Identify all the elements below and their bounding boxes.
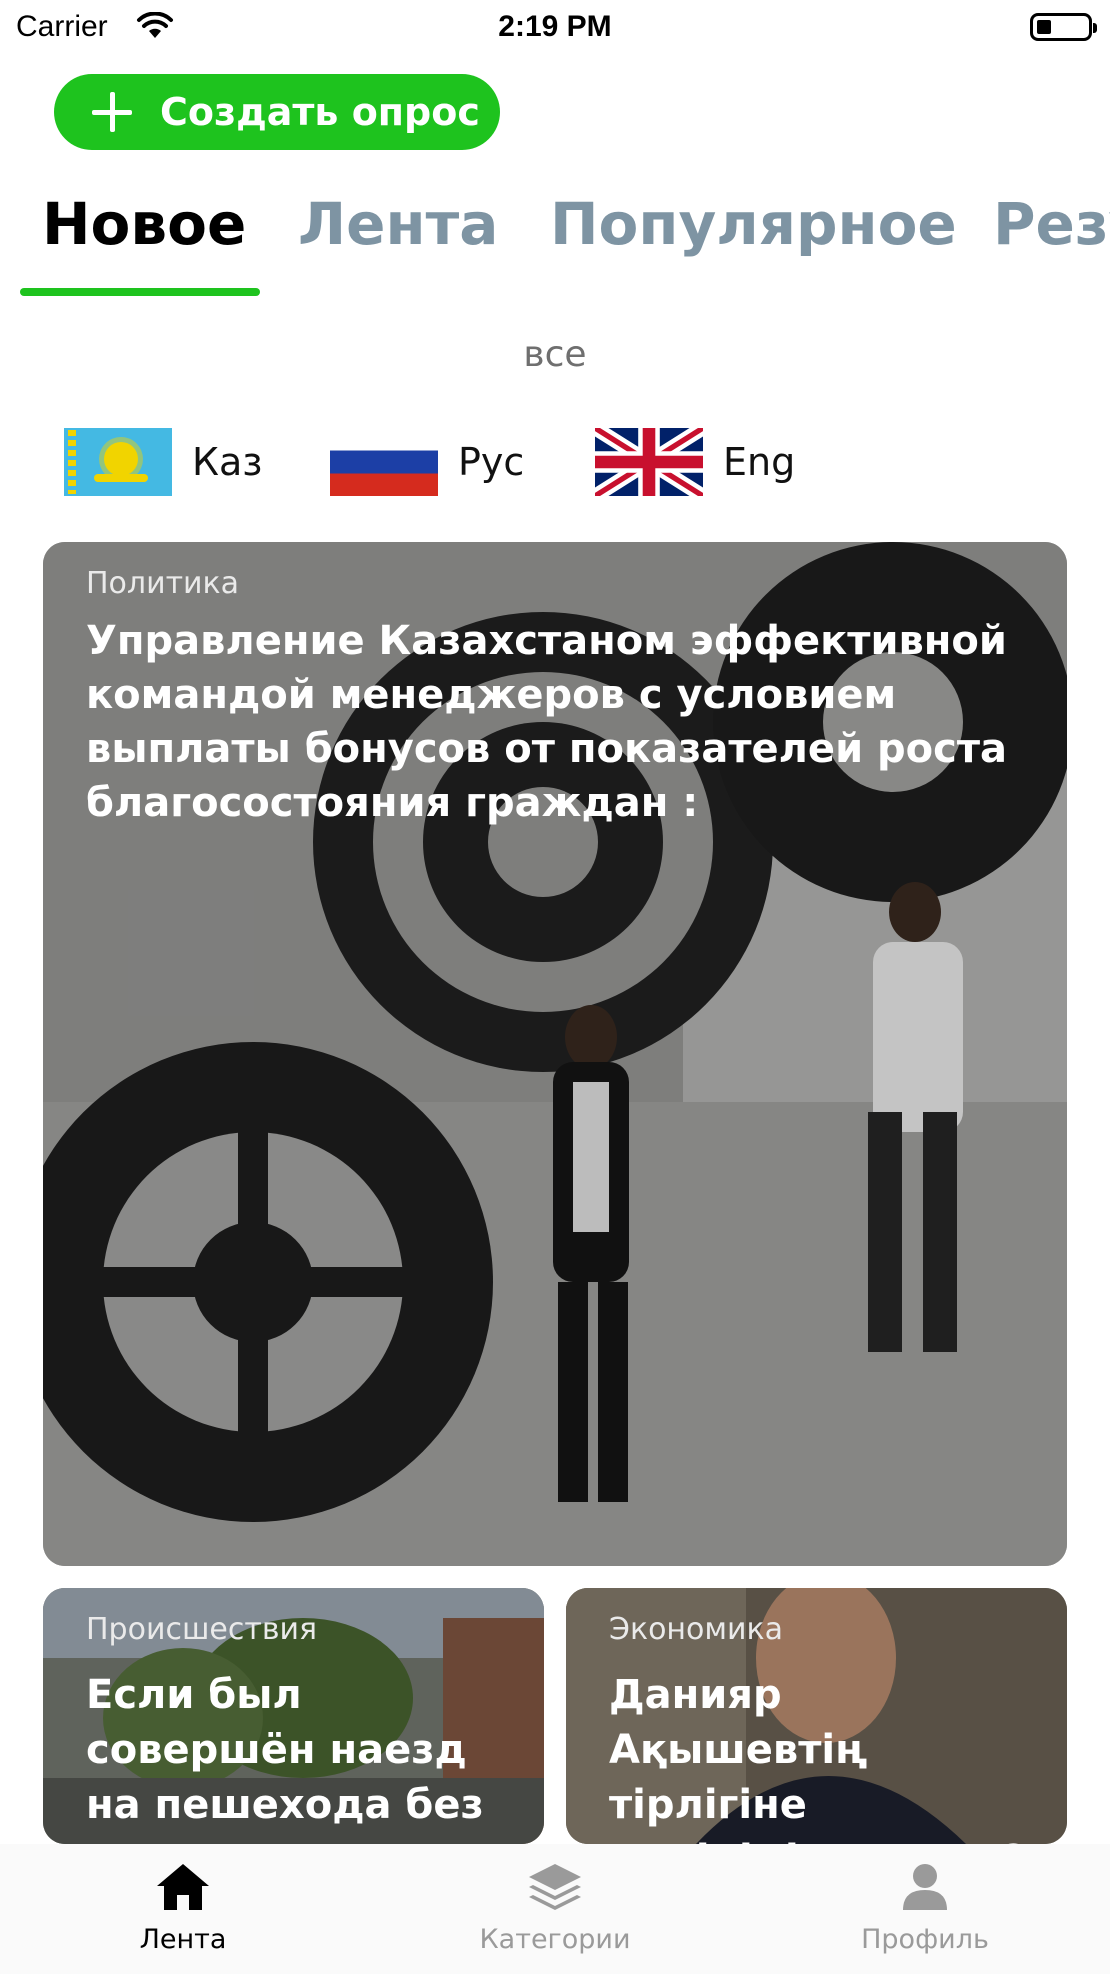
home-icon (157, 1864, 209, 1910)
language-label: Eng (723, 440, 796, 484)
create-poll-button[interactable]: Создать опрос (54, 74, 500, 150)
tabbar-label: Лента (139, 1924, 227, 1955)
language-en[interactable]: Eng (595, 428, 795, 496)
tabbar-label: Профиль (861, 1924, 989, 1955)
tab-new[interactable]: Новое (42, 190, 246, 258)
filter-all[interactable]: все (0, 334, 1110, 375)
poll-card[interactable]: Политика Управление Казахстаном эффектив… (43, 542, 1067, 1566)
active-tab-indicator (20, 288, 260, 296)
status-bar: Carrier 2:19 PM (0, 0, 1110, 56)
tabbar-label: Категории (479, 1924, 631, 1955)
battery-icon (1030, 13, 1097, 41)
tabbar-feed[interactable]: Лента (83, 1862, 283, 1955)
uk-flag-icon (595, 428, 703, 496)
card-category: Происшествия (86, 1612, 318, 1647)
language-label: Каз (192, 440, 263, 484)
card-category: Экономика (609, 1612, 784, 1647)
tab-feed[interactable]: Лента (298, 190, 498, 258)
feed-tabs: Новое Лента Популярное Результаты (0, 190, 1110, 300)
tabbar-profile[interactable]: Профиль (825, 1862, 1025, 1955)
card-category: Политика (86, 566, 240, 601)
tabbar-categories[interactable]: Категории (455, 1862, 655, 1955)
bottom-tab-bar: Лента Категории Профиль (0, 1844, 1110, 1974)
russia-flag-icon (330, 428, 438, 496)
poll-card[interactable]: Происшествия Если был совершён наезд на … (43, 1588, 544, 1844)
language-kz[interactable]: Каз (64, 428, 262, 496)
card-title: Данияр Ақышевтің тірлігіне көңіліңіз тол… (609, 1672, 1026, 1844)
plus-icon (92, 92, 132, 132)
status-time: 2:19 PM (498, 10, 612, 43)
language-ru[interactable]: Рус (330, 428, 524, 496)
poll-card[interactable]: Экономика Данияр Ақышевтің тірлігіне көң… (566, 1588, 1067, 1844)
person-icon (903, 1864, 947, 1910)
card-title: Если был совершён наезд на пешехода без (86, 1672, 484, 1828)
card-title: Управление Казахстаном эффективной коман… (86, 618, 1008, 826)
kazakhstan-flag-icon (64, 428, 172, 496)
create-poll-label: Создать опрос (160, 90, 480, 134)
layers-icon (529, 1864, 581, 1910)
tab-popular[interactable]: Популярное (550, 190, 957, 258)
tab-results[interactable]: Результаты (993, 190, 1110, 258)
language-label: Рус (458, 440, 525, 484)
